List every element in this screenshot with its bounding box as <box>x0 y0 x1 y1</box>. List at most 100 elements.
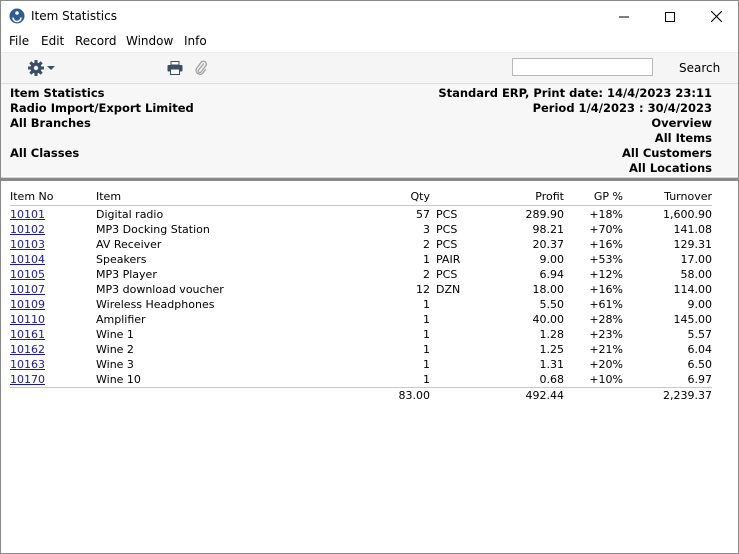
table-row: 10161 Wine 1 1 1.28 +23% 5.57 <box>1 327 738 342</box>
profit-value: 1.31 <box>539 358 565 371</box>
toolbar: Search <box>1 52 738 84</box>
qty-value: 3 <box>423 223 430 236</box>
profit-value: 289.90 <box>525 208 565 221</box>
item-number-link[interactable]: 10107 <box>10 283 45 296</box>
turnover-value: 6.50 <box>687 358 713 371</box>
menu-record[interactable]: Record <box>75 34 116 48</box>
item-number-link[interactable]: 10102 <box>10 223 45 236</box>
print-date: Standard ERP, Print date: 14/4/2023 23:1… <box>438 86 712 100</box>
unit-value: PCS <box>436 223 458 236</box>
table-row: 10103 AV Receiver 2 PCS 20.37 +16% 129.31 <box>1 237 738 252</box>
menu-window[interactable]: Window <box>126 34 173 48</box>
turnover-value: 1,600.90 <box>663 208 712 221</box>
search-button[interactable]: Search <box>679 61 720 75</box>
maximize-button[interactable] <box>647 1 693 32</box>
gp-value: +28% <box>589 313 623 326</box>
item-name: Speakers <box>96 253 147 266</box>
qty-value: 1 <box>423 313 430 326</box>
menu-file[interactable]: File <box>9 34 29 48</box>
profit-value: 6.94 <box>539 268 565 281</box>
gp-value: +16% <box>589 283 623 296</box>
table-header-row: Item No Item Qty Profit GP % Turnover <box>1 189 738 204</box>
classes-filter: All Classes <box>10 146 80 160</box>
menu-info[interactable]: Info <box>184 34 207 48</box>
print-button[interactable] <box>166 60 184 76</box>
qty-value: 1 <box>423 343 430 356</box>
close-icon <box>710 11 722 22</box>
attach-button[interactable] <box>193 59 209 77</box>
header-divider <box>1 177 738 181</box>
item-number-link[interactable]: 10170 <box>10 373 45 386</box>
gear-icon <box>28 60 44 76</box>
turnover-value: 58.00 <box>680 268 713 281</box>
qty-value: 2 <box>423 268 430 281</box>
turnover-value: 129.31 <box>673 238 713 251</box>
table-row: 10101 Digital radio 57 PCS 289.90 +18% 1,600.9… <box>1 207 738 222</box>
menu-bar: File Edit Record Window Info <box>1 32 738 52</box>
unit-value: PCS <box>436 238 458 251</box>
gp-value: +10% <box>589 373 623 386</box>
item-name: Wine 10 <box>96 373 141 386</box>
profit-value: 5.50 <box>539 298 565 311</box>
col-header-qty: Qty <box>410 190 430 203</box>
window-title: Item Statistics <box>31 9 117 23</box>
totals-row: 83.00 492.44 2,239.37 <box>1 388 738 403</box>
report-title: Item Statistics <box>10 86 105 100</box>
app-logo-icon <box>9 8 25 24</box>
unit-value: PAIR <box>436 253 461 266</box>
item-name: Wine 2 <box>96 343 134 356</box>
header-rule <box>10 205 712 206</box>
turnover-value: 5.57 <box>687 328 713 341</box>
gp-value: +12% <box>589 268 623 281</box>
company-name: Radio Import/Export Limited <box>10 101 194 115</box>
gp-value: +70% <box>589 223 623 236</box>
item-name: MP3 download voucher <box>96 283 224 296</box>
close-button[interactable] <box>693 1 738 32</box>
search-input[interactable] <box>512 58 653 76</box>
locations-filter: All Locations <box>629 161 712 175</box>
unit-value: DZN <box>436 283 461 296</box>
qty-value: 1 <box>423 373 430 386</box>
qty-value: 57 <box>416 208 430 221</box>
col-header-item-no: Item No <box>10 190 54 203</box>
item-number-link[interactable]: 10103 <box>10 238 45 251</box>
qty-value: 1 <box>423 298 430 311</box>
qty-value: 1 <box>423 358 430 371</box>
turnover-value: 9.00 <box>687 298 713 311</box>
chevron-down-icon <box>47 66 55 70</box>
profit-value: 20.37 <box>532 238 565 251</box>
total-qty: 83.00 <box>398 389 431 402</box>
qty-value: 1 <box>423 253 430 266</box>
item-name: Digital radio <box>96 208 164 221</box>
qty-value: 2 <box>423 238 430 251</box>
table-row: 10104 Speakers 1 PAIR 9.00 +53% 17.00 <box>1 252 738 267</box>
item-number-link[interactable]: 10110 <box>10 313 45 326</box>
qty-value: 1 <box>423 328 430 341</box>
item-statistics-window: Item Statistics File Edit Record Window … <box>0 0 739 554</box>
table-row: 10162 Wine 2 1 1.25 +21% 6.04 <box>1 342 738 357</box>
qty-value: 12 <box>416 283 430 296</box>
item-name: MP3 Player <box>96 268 157 281</box>
maximize-icon <box>665 11 675 22</box>
table-row: 10105 MP3 Player 2 PCS 6.94 +12% 58.00 <box>1 267 738 282</box>
gp-value: +23% <box>589 328 623 341</box>
total-profit: 492.44 <box>525 389 565 402</box>
col-header-item: Item <box>96 190 122 203</box>
item-number-link[interactable]: 10161 <box>10 328 45 341</box>
item-number-link[interactable]: 10109 <box>10 298 45 311</box>
gp-value: +16% <box>589 238 623 251</box>
item-number-link[interactable]: 10105 <box>10 268 45 281</box>
profit-value: 98.21 <box>532 223 565 236</box>
profit-value: 1.28 <box>539 328 565 341</box>
item-number-link[interactable]: 10162 <box>10 343 45 356</box>
minimize-button[interactable] <box>601 1 647 32</box>
table-row: 10163 Wine 3 1 1.31 +20% 6.50 <box>1 357 738 372</box>
item-number-link[interactable]: 10104 <box>10 253 45 266</box>
item-number-link[interactable]: 10163 <box>10 358 45 371</box>
item-name: Wine 1 <box>96 328 134 341</box>
item-number-link[interactable]: 10101 <box>10 208 45 221</box>
operations-menu-button[interactable] <box>25 59 57 77</box>
title-bar: Item Statistics <box>1 1 738 32</box>
menu-edit[interactable]: Edit <box>41 34 64 48</box>
branches-filter: All Branches <box>10 116 91 130</box>
